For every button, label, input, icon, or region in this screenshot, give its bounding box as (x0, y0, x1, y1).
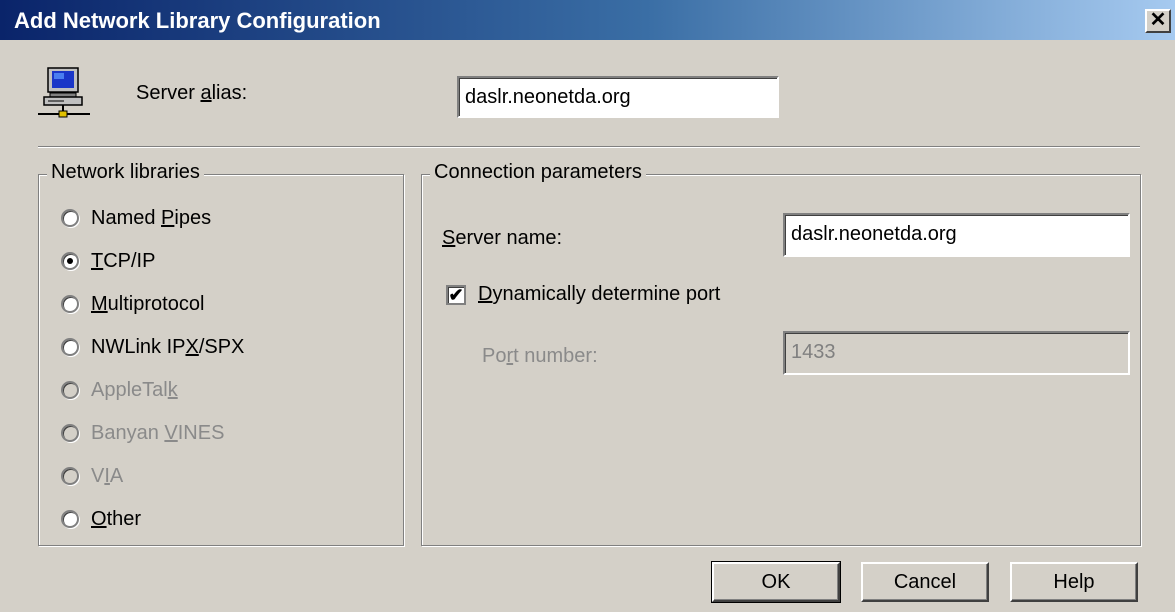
window-title: Add Network Library Configuration (14, 8, 381, 33)
separator (38, 146, 1140, 148)
radio-label: Multiprotocol (91, 292, 205, 315)
radio-button[interactable] (61, 252, 79, 270)
close-button[interactable]: ✕ (1145, 9, 1171, 33)
help-button[interactable]: Help (1010, 562, 1138, 602)
dialog-window: Add Network Library Configuration ✕ Serv… (0, 0, 1175, 612)
network-library-option: VIA (61, 463, 123, 489)
computer-network-icon (34, 66, 94, 124)
network-libraries-group: Network libraries Named Pipes TCP/IP Multi… (38, 161, 404, 546)
radio-button[interactable] (61, 209, 79, 227)
radio-label: AppleTalk (91, 378, 178, 401)
radio-label: Other (91, 507, 142, 530)
network-library-option[interactable]: Multiprotocol (61, 291, 204, 317)
close-icon: ✕ (1149, 9, 1167, 31)
radio-button (61, 467, 79, 485)
network-library-option[interactable]: Other (61, 506, 141, 532)
cancel-button[interactable]: Cancel (861, 562, 989, 602)
radio-label: TCP/IP (91, 249, 156, 272)
network-library-option: Banyan VINES (61, 420, 224, 446)
network-library-option[interactable]: TCP/IP (61, 248, 155, 274)
radio-button (61, 424, 79, 442)
network-library-option: AppleTalk (61, 377, 178, 403)
connection-parameters-group: Connection parameters Server name: daslr… (421, 161, 1141, 546)
server-alias-input[interactable]: daslr.neonetda.org (457, 76, 779, 118)
radio-button (61, 381, 79, 399)
dynamic-port-checkbox[interactable]: ✔ Dynamically determine port (446, 283, 720, 306)
network-library-option[interactable]: Named Pipes (61, 205, 211, 231)
port-number-input: 1433 (783, 331, 1130, 375)
radio-button[interactable] (61, 338, 79, 356)
server-name-label: Server name: (442, 227, 563, 249)
radio-button[interactable] (61, 295, 79, 313)
radio-label: Banyan VINES (91, 421, 225, 444)
radio-button[interactable] (61, 510, 79, 528)
ok-button[interactable]: OK (711, 561, 841, 603)
dynamic-port-label: Dynamically determine port (478, 283, 721, 305)
radio-label: VIA (91, 464, 124, 487)
radio-label: NWLink IPX/SPX (91, 335, 245, 358)
title-bar[interactable]: Add Network Library Configuration ✕ (0, 0, 1175, 40)
server-alias-label: Server alias: (136, 82, 248, 104)
radio-label: Named Pipes (91, 206, 212, 229)
server-name-input[interactable]: daslr.neonetda.org (783, 213, 1130, 257)
checkbox-box[interactable]: ✔ (446, 284, 466, 305)
network-library-option[interactable]: NWLink IPX/SPX (61, 334, 244, 360)
network-libraries-title: Network libraries (47, 161, 204, 184)
port-number-label: Port number: (482, 345, 598, 367)
connection-parameters-title: Connection parameters (430, 161, 646, 184)
